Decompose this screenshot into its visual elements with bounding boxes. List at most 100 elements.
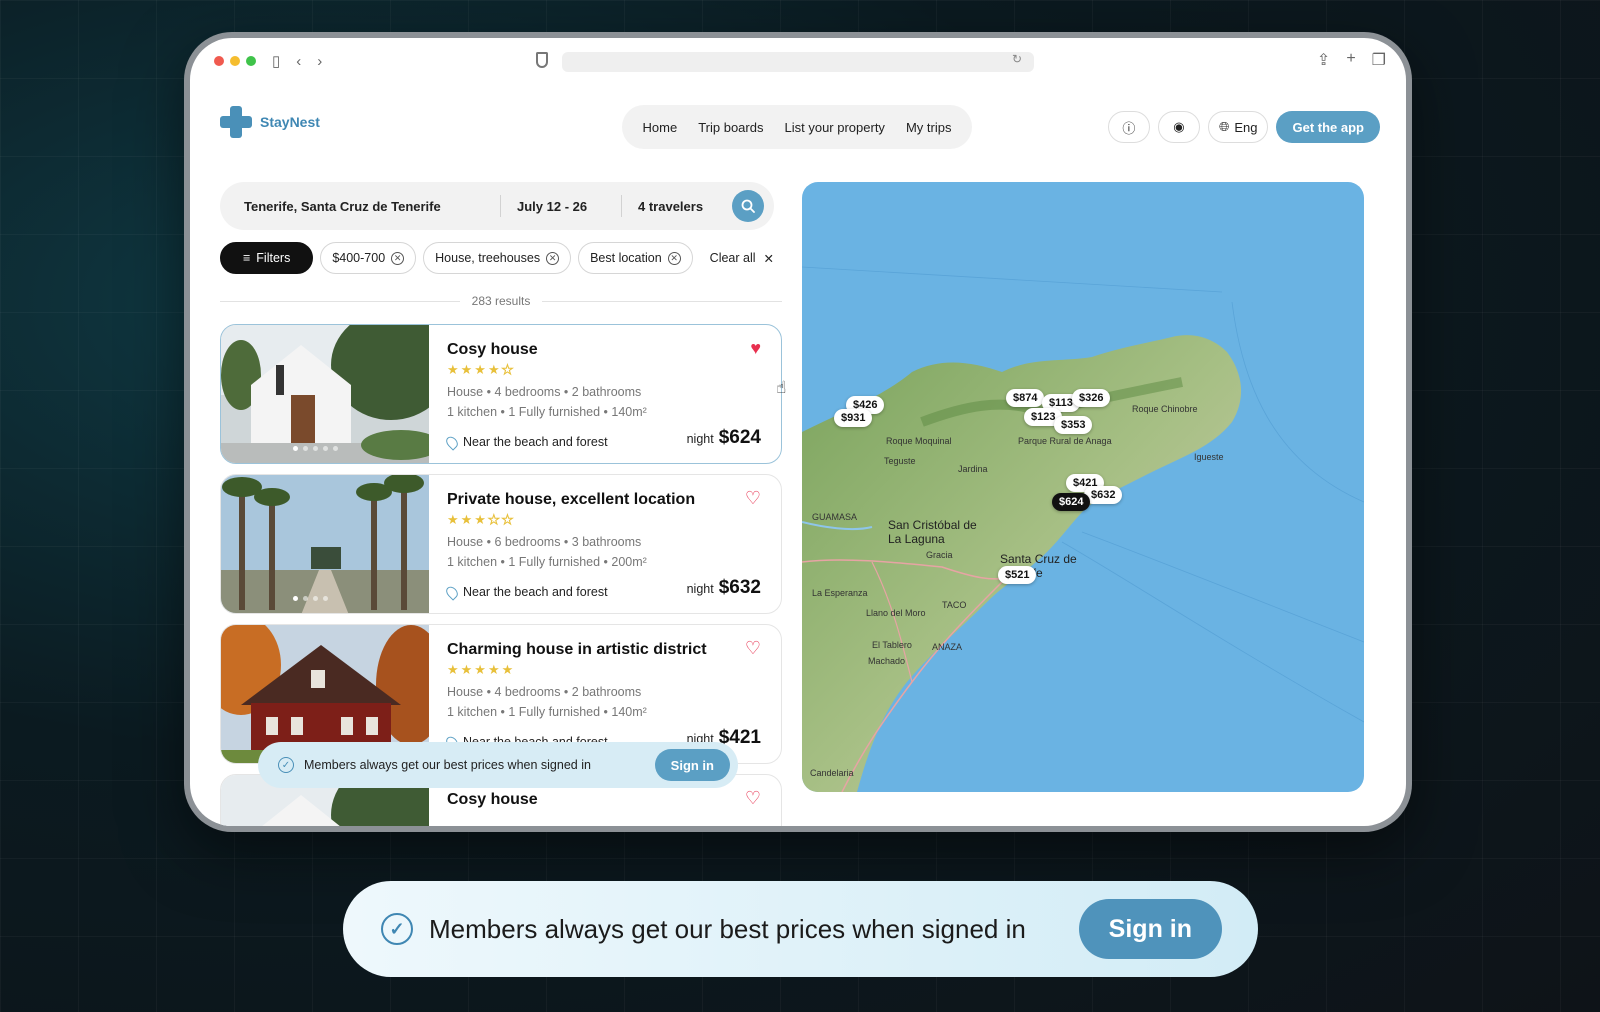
search-button[interactable] [732, 190, 764, 222]
heart-filled-icon[interactable]: ♥ [750, 339, 761, 357]
get-app-button[interactable]: Get the app [1276, 111, 1380, 143]
nav-my-trips[interactable]: My trips [906, 120, 952, 135]
remove-filter-icon[interactable]: ✕ [667, 251, 681, 265]
search-bar: Tenerife, Santa Cruz de Tenerife July 12… [220, 182, 774, 230]
nav-trip-boards[interactable]: Trip boards [698, 120, 763, 135]
nav-home[interactable]: Home [643, 120, 678, 135]
new-tab-icon[interactable]: + [1346, 50, 1355, 70]
remove-filter-icon[interactable]: ✕ [546, 251, 560, 265]
location-pin-icon [443, 433, 461, 451]
maximize-window-button[interactable] [246, 56, 256, 66]
price-marker[interactable]: $931 [834, 409, 873, 427]
star-rating: ★★★★★ [447, 512, 516, 528]
language-button[interactable]: 🌐︎ Eng [1207, 111, 1269, 143]
signin-button[interactable]: Sign in [654, 749, 730, 781]
info-button[interactable]: ⓘ [1107, 111, 1150, 143]
dates-field[interactable]: July 12 - 26 [501, 193, 621, 219]
price-marker[interactable]: $874 [1006, 389, 1045, 407]
price-unit: night [686, 432, 714, 446]
heart-outline-icon[interactable]: ♡ [745, 639, 761, 657]
listing-title: Cosy house [447, 341, 538, 358]
close-icon: ✕ [763, 251, 775, 266]
map-label: Candelaria [810, 768, 854, 778]
browser-toolbar: ▯ ‹ › ↻ ⇪ + ❐ [190, 38, 1406, 84]
account-button[interactable]: ◉ [1157, 111, 1200, 143]
photo-pager[interactable] [293, 446, 338, 451]
check-circle-icon: ✓ [381, 913, 413, 945]
info-icon: ⓘ [1122, 120, 1136, 136]
price-marker-selected[interactable]: $624 [1052, 493, 1091, 511]
map-label: La Esperanza [812, 588, 868, 598]
clear-all-label: Clear all [709, 251, 756, 265]
listing-photo[interactable] [221, 325, 451, 463]
logo[interactable]: StayNest [220, 106, 320, 138]
nav-list-property[interactable]: List your property [785, 120, 885, 135]
price-marker[interactable]: $521 [998, 566, 1037, 584]
filter-chip-label: Best location [590, 251, 662, 265]
divider [220, 300, 460, 302]
filters-label: Filters [256, 251, 291, 265]
price-value: $624 [718, 427, 761, 448]
main-nav: Home Trip boards List your property My t… [622, 105, 972, 149]
signin-callout-message: Members always get our best prices when … [429, 913, 1026, 944]
language-label: Eng [1234, 119, 1258, 135]
remove-filter-icon[interactable]: ✕ [391, 251, 405, 265]
filter-chip-label: House, treehouses [435, 251, 541, 265]
travelers-field[interactable]: 4 travelers [622, 193, 719, 219]
listing-details-1: House • 4 bedrooms • 2 bathrooms [447, 385, 642, 399]
privacy-shield-icon[interactable] [536, 52, 548, 68]
logo-text: StayNest [260, 114, 320, 130]
filter-chip-label: $400-700 [332, 251, 386, 265]
map-label: Machado [868, 656, 906, 666]
listing-details-2: 1 kitchen • 1 Fully furnished • 200m² [447, 555, 647, 569]
star-rating: ★★★★★ [447, 662, 516, 677]
divider [542, 300, 783, 302]
listing-title: Cosy house [447, 791, 538, 808]
device-frame: ▯ ‹ › ↻ ⇪ + ❐ StayNest Home Trip boards … [184, 32, 1412, 832]
price-marker[interactable]: $353 [1054, 416, 1093, 434]
price-marker[interactable]: $326 [1072, 389, 1111, 407]
listing-card[interactable]: Cosy house ★★★★★ House • 4 bedrooms • 2 … [220, 324, 782, 464]
star-rating: ★★★★★ [447, 362, 516, 378]
sidebar-toggle-icon[interactable]: ▯ [272, 54, 280, 69]
price-unit: night [686, 582, 714, 596]
header-actions: ⓘ ◉ 🌐︎ Eng Get the app [1107, 111, 1380, 143]
map-label: El Tablero [872, 640, 912, 650]
browser-screen: ▯ ‹ › ↻ ⇪ + ❐ StayNest Home Trip boards … [190, 38, 1406, 826]
filter-chip-price[interactable]: $400-700 ✕ [320, 242, 417, 274]
location-pin-icon [443, 583, 461, 601]
signin-banner: ✓ Members always get our best prices whe… [258, 742, 738, 788]
map-label: Roque Chinobre [1132, 404, 1198, 414]
back-icon[interactable]: ‹ [296, 54, 301, 69]
photo-pager[interactable] [293, 596, 328, 601]
heart-outline-icon[interactable]: ♡ [745, 489, 761, 507]
heart-outline-icon[interactable]: ♡ [745, 789, 761, 807]
signin-callout-button[interactable]: Sign in [1078, 899, 1222, 959]
hand-cursor-icon: ☝︎ [776, 378, 787, 397]
listing-card[interactable]: Private house, excellent location ★★★★★ … [220, 474, 782, 614]
location-label: Near the beach and forest [463, 585, 608, 599]
browser-actions: ⇪ + ❐ [1317, 50, 1386, 70]
check-circle-icon: ✓ [278, 757, 294, 773]
filters-button[interactable]: ≡ Filters [220, 242, 314, 274]
tabs-overview-icon[interactable]: ❐ [1372, 50, 1386, 70]
address-bar[interactable] [562, 52, 1034, 72]
listing-info: Cosy house [447, 791, 761, 809]
share-icon[interactable]: ⇪ [1317, 50, 1330, 70]
close-window-button[interactable] [214, 56, 224, 66]
clear-all-button[interactable]: Clear all ✕ [700, 251, 774, 266]
globe-icon: 🌐︎ [1218, 119, 1230, 134]
listing-photo[interactable] [221, 475, 429, 613]
logo-cross-icon [220, 106, 252, 138]
forward-icon[interactable]: › [317, 54, 322, 69]
filter-chip-location[interactable]: Best location ✕ [578, 242, 693, 274]
map-label: Roque Moquinal [886, 436, 952, 446]
location-field[interactable]: Tenerife, Santa Cruz de Tenerife [220, 193, 500, 219]
minimize-window-button[interactable] [230, 56, 240, 66]
reload-icon[interactable]: ↻ [1012, 52, 1022, 66]
signin-message: Members always get our best prices when … [304, 758, 591, 772]
location-label: Near the beach and forest [463, 435, 608, 449]
filter-chip-type[interactable]: House, treehouses ✕ [423, 242, 572, 274]
results-map[interactable]: Teguste Roque Moquinal Parque Rural de A… [802, 182, 1364, 792]
map-label: Jardina [958, 464, 988, 474]
